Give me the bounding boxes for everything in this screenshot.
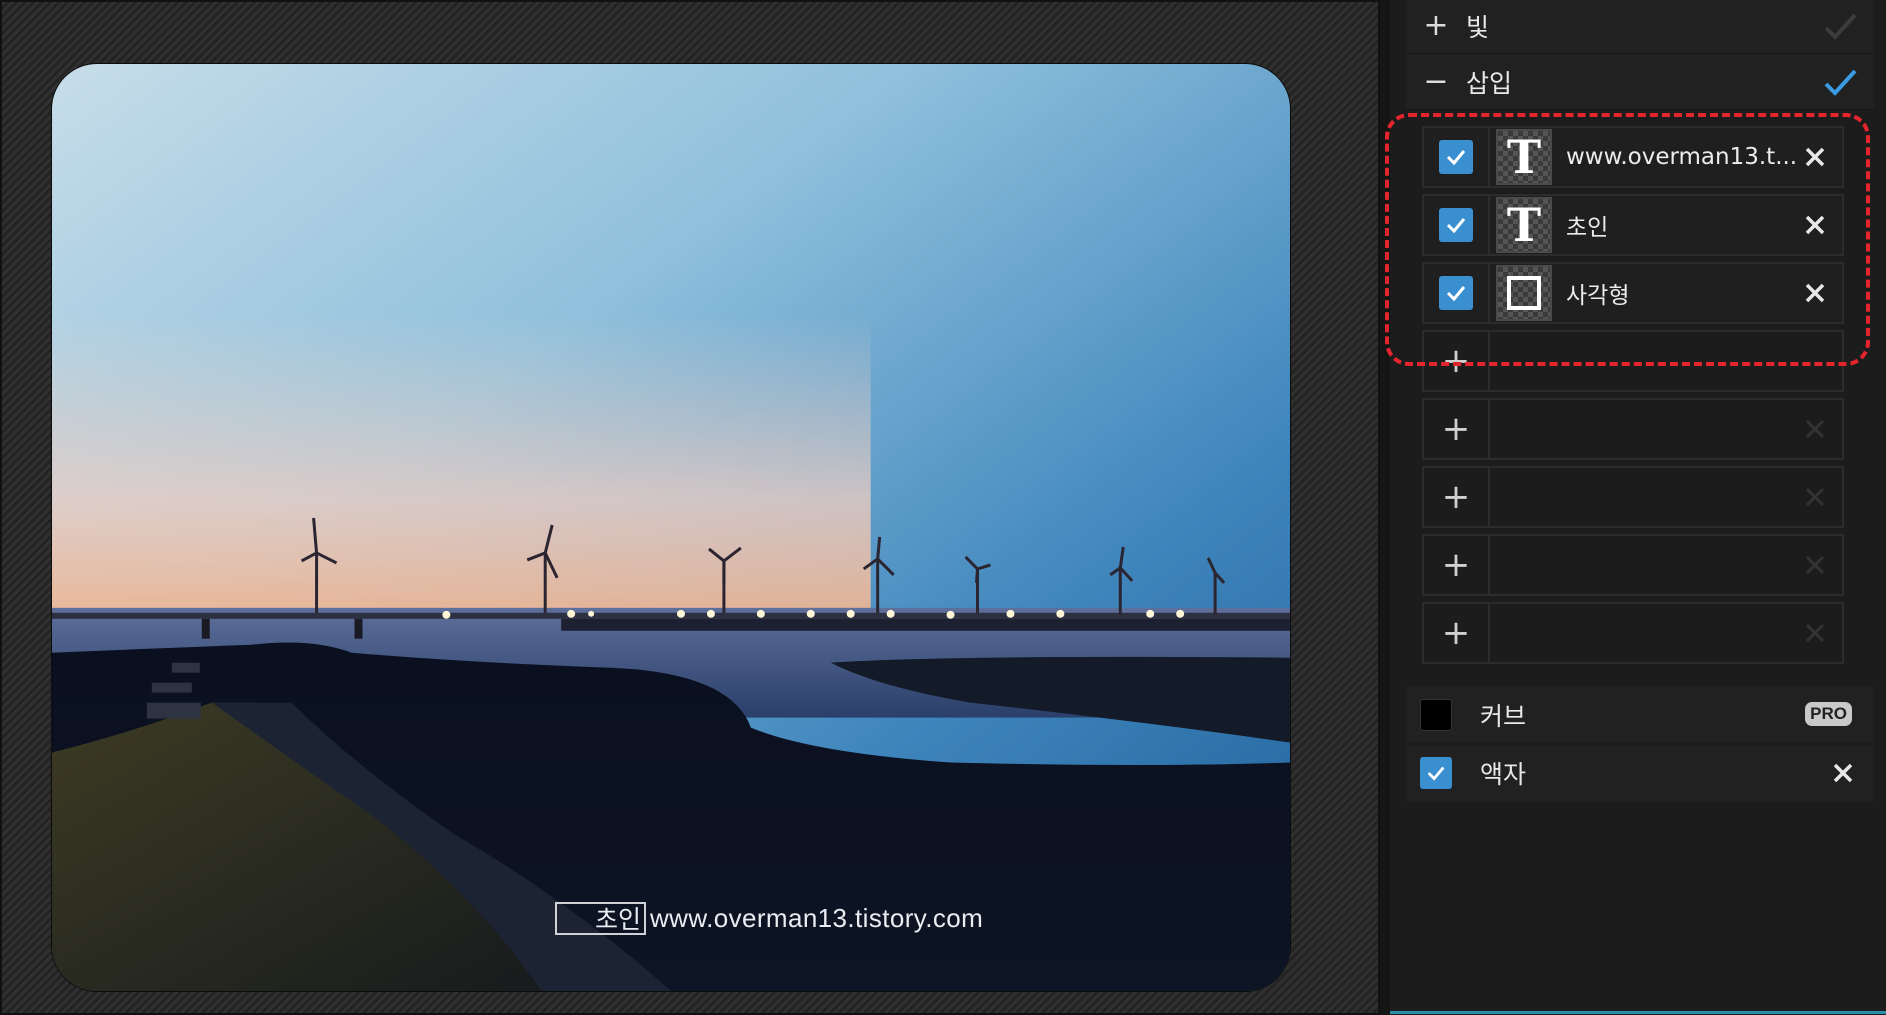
add-layer-cell: +	[1424, 604, 1490, 662]
plus-icon[interactable]: +	[1442, 409, 1471, 449]
curve-label: 커브	[1480, 702, 1527, 731]
section-insert[interactable]: − 삽입	[1406, 54, 1874, 110]
pro-badge: PRO	[1805, 702, 1852, 726]
layer-name[interactable]: 초인	[1566, 208, 1806, 242]
text-layer-glyph: T	[1506, 198, 1542, 252]
frame-label: 액자	[1480, 760, 1527, 789]
close-icon	[1805, 147, 1825, 167]
plus-icon[interactable]: +	[1442, 545, 1471, 585]
canvas-area: 초인 www.overman13.tistory.com	[0, 0, 1380, 1015]
close-icon	[1805, 419, 1825, 439]
plus-icon[interactable]: +	[1406, 8, 1466, 43]
section-light[interactable]: + 빛	[1406, 0, 1874, 54]
delete-layer-button	[1798, 412, 1832, 446]
layer-toggle-cell	[1424, 128, 1490, 186]
frame-checkbox[interactable]	[1420, 757, 1452, 789]
plus-icon[interactable]: +	[1442, 477, 1471, 517]
plus-icon[interactable]: +	[1442, 341, 1471, 381]
add-layer-cell: +	[1424, 536, 1490, 594]
add-layer-cell: +	[1424, 400, 1490, 458]
plus-icon[interactable]: +	[1442, 613, 1471, 653]
layer-toggle-cell	[1424, 264, 1490, 322]
watermark[interactable]: 초인 www.overman13.tistory.com	[555, 898, 983, 938]
text-layer-icon: T	[1496, 129, 1552, 185]
text-layer-icon: T	[1496, 197, 1552, 253]
layer-row[interactable]: 사각형	[1422, 262, 1844, 324]
rectangle-layer-icon	[1496, 265, 1552, 321]
remove-frame-button[interactable]	[1826, 756, 1860, 790]
delete-layer-button	[1798, 480, 1832, 514]
adjustment-panel: + 빛 − 삽입 T www.overman13.t... T 초인 사각형 +…	[1380, 0, 1886, 1015]
curve-checkbox[interactable]	[1420, 699, 1452, 731]
delete-layer-button[interactable]	[1798, 276, 1832, 310]
delete-layer-button	[1798, 548, 1832, 582]
delete-layer-button[interactable]	[1798, 140, 1832, 174]
watermark-name: 초인	[594, 905, 641, 934]
landscape-photo	[52, 64, 1290, 991]
check-icon[interactable]	[1820, 8, 1860, 44]
layer-checkbox[interactable]	[1439, 140, 1473, 174]
watermark-name-box[interactable]: 초인	[555, 901, 646, 935]
watermark-url[interactable]: www.overman13.tistory.com	[650, 903, 983, 934]
add-layer-cell: +	[1424, 332, 1490, 390]
layer-name[interactable]: www.overman13.t...	[1566, 144, 1806, 170]
check-icon	[1446, 218, 1466, 234]
photo-preview[interactable]	[51, 63, 1291, 992]
option-curve[interactable]: 커브 PRO	[1406, 687, 1874, 743]
close-icon	[1805, 487, 1825, 507]
layer-row[interactable]: T www.overman13.t...	[1422, 126, 1844, 188]
empty-layer-slot[interactable]: +	[1422, 602, 1844, 664]
add-layer-cell: +	[1424, 468, 1490, 526]
close-icon	[1805, 555, 1825, 575]
layer-checkbox[interactable]	[1439, 208, 1473, 242]
delete-layer-button[interactable]	[1798, 208, 1832, 242]
close-icon	[1805, 215, 1825, 235]
layer-checkbox[interactable]	[1439, 276, 1473, 310]
empty-layer-slot[interactable]: +	[1422, 398, 1844, 460]
layer-row[interactable]: T 초인	[1422, 194, 1844, 256]
layer-toggle-cell	[1424, 196, 1490, 254]
check-icon	[1446, 286, 1466, 302]
check-icon	[1427, 766, 1445, 781]
minus-icon[interactable]: −	[1406, 64, 1466, 99]
empty-layer-slot[interactable]: +	[1422, 466, 1844, 528]
section-light-label: 빛	[1466, 12, 1490, 42]
section-insert-label: 삽입	[1466, 68, 1513, 98]
bottom-accent-line	[1390, 1011, 1886, 1014]
close-icon	[1833, 763, 1853, 783]
empty-layer-slot[interactable]: +	[1422, 330, 1844, 392]
close-icon	[1805, 283, 1825, 303]
layer-name[interactable]: 사각형	[1566, 276, 1806, 310]
check-icon	[1446, 150, 1466, 166]
close-icon	[1805, 623, 1825, 643]
option-frame[interactable]: 액자	[1406, 745, 1874, 801]
empty-layer-slot[interactable]: +	[1422, 534, 1844, 596]
delete-layer-button	[1798, 616, 1832, 650]
rectangle-glyph	[1507, 276, 1541, 310]
check-icon[interactable]	[1820, 64, 1860, 100]
text-layer-glyph: T	[1506, 130, 1542, 184]
